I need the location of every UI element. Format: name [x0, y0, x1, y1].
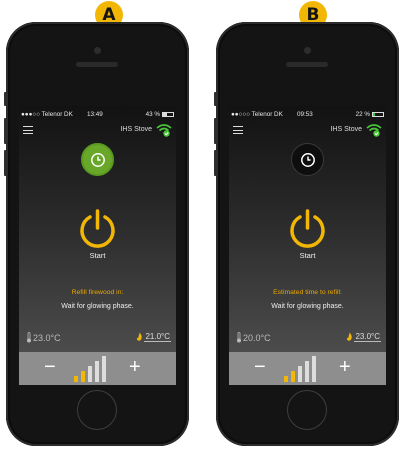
- battery-percent: 22 %: [355, 110, 370, 118]
- mute-switch: [214, 92, 217, 106]
- wifi-check-icon: [366, 124, 382, 137]
- decrease-button[interactable]: −: [254, 357, 266, 377]
- volume-down-button: [214, 150, 217, 176]
- status-time: 13:49: [87, 110, 103, 118]
- timer-button[interactable]: [81, 143, 114, 176]
- increase-button[interactable]: +: [129, 357, 141, 377]
- front-camera: [94, 47, 101, 54]
- room-temperature: 23.0°C: [26, 332, 61, 343]
- home-button[interactable]: [77, 390, 117, 430]
- battery-indicator: 43 %: [146, 111, 174, 118]
- clock-icon: [300, 152, 315, 167]
- front-camera: [304, 47, 311, 54]
- status-bar: ●●○○○ Telenor DK 09:53 22 %: [231, 109, 384, 119]
- refill-label: Estimated time to refill:: [273, 289, 342, 296]
- level-bar: [305, 361, 309, 382]
- start-label: Start: [89, 251, 106, 260]
- stove-name: IHS Stove: [330, 126, 362, 133]
- phone-a: ●●●○○ Telenor DK 13:49 43 % IHS Stove St…: [4, 22, 189, 446]
- room-temperature-value: 23.0°C: [33, 332, 61, 343]
- home-button[interactable]: [287, 390, 327, 430]
- decrease-button[interactable]: −: [44, 357, 56, 377]
- stove-name: IHS Stove: [120, 126, 152, 133]
- thermometer-icon: [27, 332, 31, 343]
- level-bar: [102, 356, 106, 382]
- power-icon[interactable]: [77, 208, 118, 249]
- increase-button[interactable]: +: [339, 357, 351, 377]
- thermometer-icon: [237, 332, 241, 343]
- hamburger-icon[interactable]: [23, 126, 33, 134]
- start-label: Start: [299, 251, 316, 260]
- carrier-text: ●●○○○ Telenor DK: [231, 110, 283, 118]
- room-temperature-value: 20.0°C: [243, 332, 271, 343]
- phone-b: ●●○○○ Telenor DK 09:53 22 % IHS Stove St…: [214, 22, 399, 446]
- status-bar: ●●●○○ Telenor DK 13:49 43 %: [21, 109, 174, 119]
- battery-icon: [162, 111, 174, 117]
- level-bar: [81, 371, 85, 382]
- level-bar: [312, 356, 316, 382]
- level-bar: [298, 366, 302, 382]
- level-bar: [74, 376, 78, 382]
- app-screen: ●●●○○ Telenor DK 13:49 43 % IHS Stove St…: [19, 106, 176, 385]
- wait-message: Wait for glowing phase.: [271, 303, 344, 310]
- volume-up-button: [214, 118, 217, 144]
- room-temperature: 20.0°C: [236, 332, 271, 343]
- clock-icon: [90, 152, 105, 167]
- volume-up-button: [4, 118, 7, 144]
- wait-message: Wait for glowing phase.: [61, 303, 134, 310]
- stove-temperature: 21.0°C: [136, 332, 171, 342]
- level-bar: [88, 366, 92, 382]
- level-bars: [74, 356, 106, 382]
- level-bars: [284, 356, 316, 382]
- battery-indicator: 22 %: [356, 111, 384, 118]
- volume-down-button: [4, 150, 7, 176]
- stove-temperature: 23.0°C: [346, 332, 381, 342]
- status-time: 09:53: [297, 110, 313, 118]
- battery-icon: [372, 111, 384, 117]
- mute-switch: [4, 92, 7, 106]
- power-level-control: − +: [19, 352, 176, 385]
- stove-temperature-value: 23.0°C: [354, 332, 381, 342]
- earpiece-speaker: [76, 62, 118, 67]
- stove-temperature-value: 21.0°C: [144, 332, 171, 342]
- hamburger-icon[interactable]: [233, 126, 243, 134]
- wifi-check-icon: [156, 124, 172, 137]
- power-icon[interactable]: [287, 208, 328, 249]
- carrier-text: ●●●○○ Telenor DK: [21, 110, 73, 118]
- battery-percent: 43 %: [145, 110, 160, 118]
- flame-icon: [137, 332, 143, 341]
- level-bar: [291, 371, 295, 382]
- refill-label: Refill firewood in:: [71, 289, 124, 296]
- app-screen: ●●○○○ Telenor DK 09:53 22 % IHS Stove St…: [229, 106, 386, 385]
- level-bar: [95, 361, 99, 382]
- level-bar: [284, 376, 288, 382]
- flame-icon: [347, 332, 353, 341]
- power-level-control: − +: [229, 352, 386, 385]
- earpiece-speaker: [286, 62, 328, 67]
- timer-button[interactable]: [291, 143, 324, 176]
